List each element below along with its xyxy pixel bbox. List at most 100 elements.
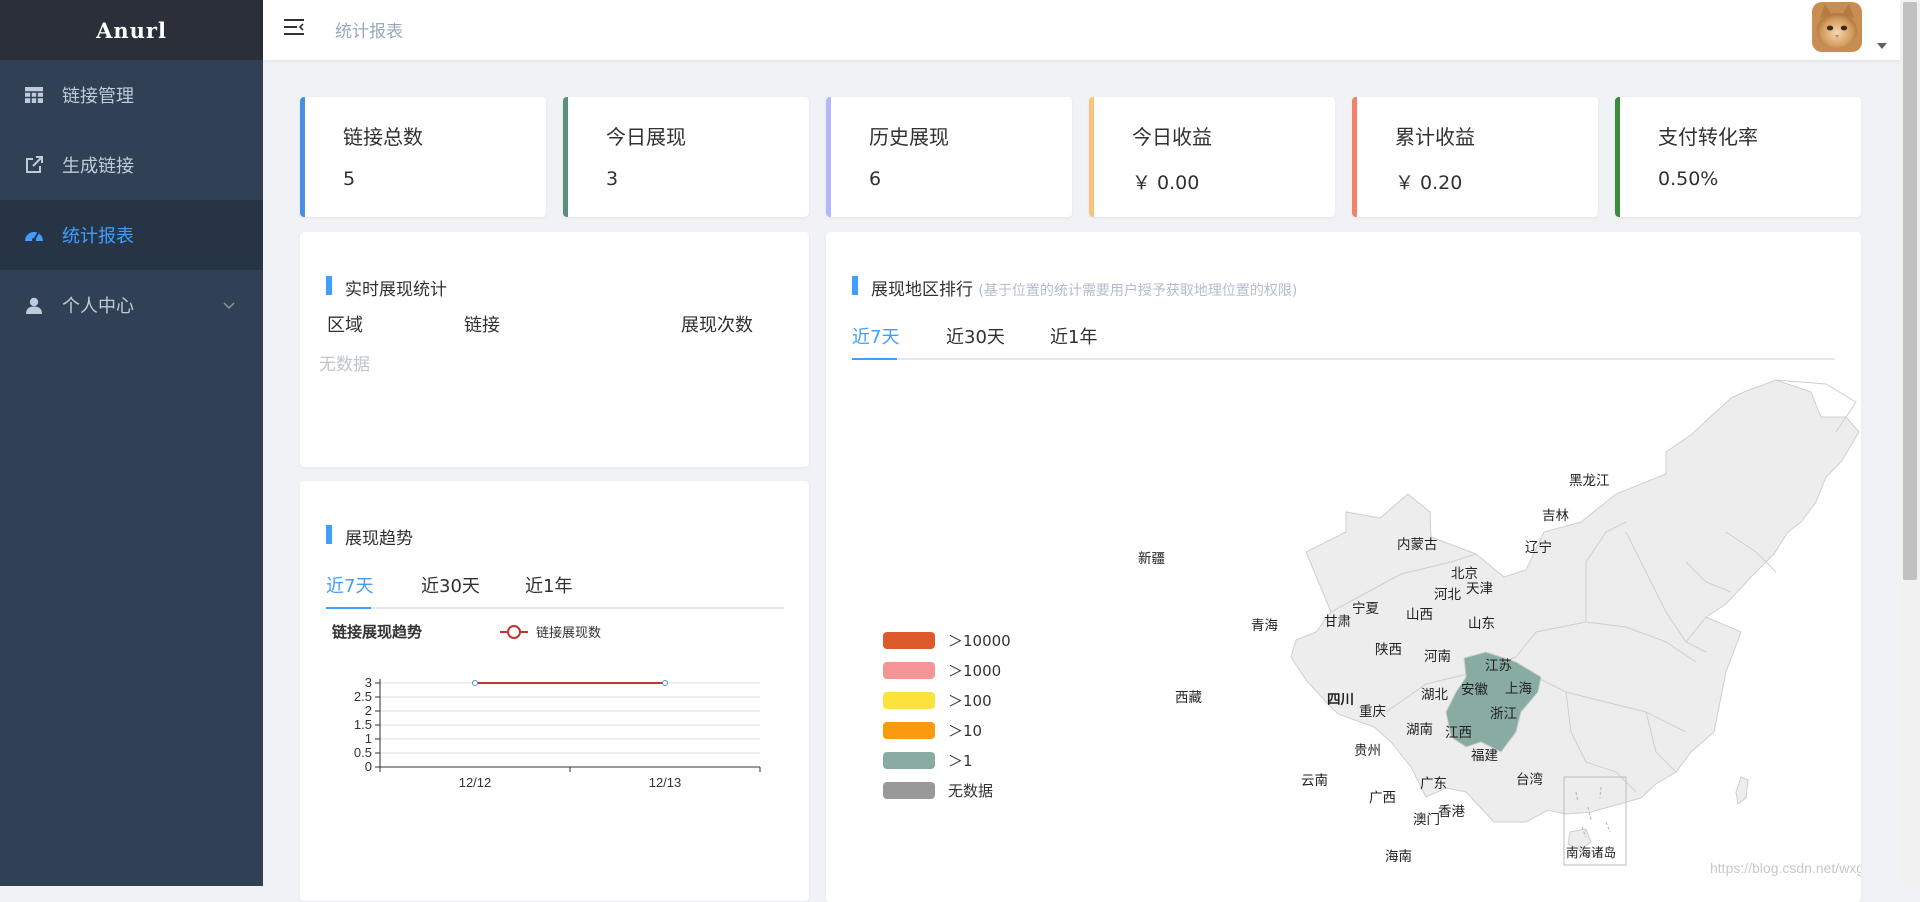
sidebar-item-generate-link[interactable]: 生成链接: [0, 130, 263, 200]
stat-value: 3: [606, 168, 619, 190]
province-label: 天津: [1466, 581, 1493, 596]
breadcrumb: 统计报表: [335, 22, 403, 42]
province-label: 辽宁: [1525, 539, 1552, 555]
y-tick-label: 2.5: [354, 689, 372, 704]
stat-card-today-views: 今日展现 3: [563, 97, 809, 217]
province-label: 江西: [1445, 725, 1472, 740]
navbar: 统计报表: [263, 0, 1900, 60]
stat-value: ￥ 0.00: [1132, 172, 1200, 194]
province-label: 西藏: [1175, 690, 1203, 705]
stat-accent-bar: [563, 97, 568, 217]
province-label: 云南: [1301, 773, 1328, 788]
stat-accent-bar: [1089, 97, 1094, 217]
map-region-taiwan: [1735, 776, 1749, 805]
stat-card-conversion-rate: 支付转化率 0.50%: [1615, 97, 1861, 217]
province-label: 香港: [1438, 804, 1466, 819]
sidebar-item-personal-center[interactable]: 个人中心: [0, 270, 263, 340]
province-label: 湖南: [1406, 722, 1433, 737]
stat-accent-bar: [300, 97, 305, 217]
data-point: [472, 680, 478, 686]
app-logo[interactable]: Anurl: [0, 0, 263, 60]
tab-30-days[interactable]: 近30天: [421, 572, 480, 598]
stat-label: 历史展现: [869, 125, 949, 149]
province-label: 甘肃: [1324, 614, 1351, 629]
stat-value: ￥ 0.20: [1395, 172, 1463, 194]
tab-1-year[interactable]: 近1年: [525, 572, 572, 598]
province-label: 四川: [1327, 692, 1354, 707]
province-label: 山东: [1468, 616, 1495, 631]
stat-value: 5: [343, 168, 356, 190]
province-label: 上海: [1505, 681, 1532, 696]
y-tick-label: 1: [365, 731, 372, 746]
province-label: 吉林: [1542, 508, 1570, 523]
trend-line-chart: 链接展现趋势 链接展现数 00.511.522.53 12/12 12/13: [332, 623, 761, 790]
province-label: 广西: [1369, 790, 1396, 805]
realtime-title: 实时展现统计: [326, 275, 447, 300]
scrollbar-thumb[interactable]: [1903, 2, 1917, 580]
province-label: 内蒙古: [1397, 537, 1438, 552]
table-icon: [24, 85, 44, 105]
stat-label: 累计收益: [1395, 125, 1475, 149]
china-map[interactable]: 黑龙江 吉林 辽宁 内蒙古 北京 天津 河北 新疆 宁夏 山西 山东 青海 甘肃…: [826, 232, 1861, 902]
province-label: 陕西: [1375, 642, 1402, 657]
stat-label: 今日展现: [606, 125, 686, 149]
province-label: 黑龙江: [1569, 473, 1610, 488]
province-label: 台湾: [1516, 771, 1543, 787]
chart-legend[interactable]: 链接展现数: [500, 625, 601, 640]
stat-accent-bar: [1352, 97, 1357, 217]
sidebar-item-statistics[interactable]: 统计报表: [0, 200, 263, 270]
tab-active-indicator: [326, 607, 371, 609]
legend-label: 链接展现数: [536, 625, 601, 640]
data-point: [662, 680, 668, 686]
stat-card-total-revenue: 累计收益 ￥ 0.20: [1352, 97, 1598, 217]
province-label: 南海诸岛: [1566, 845, 1616, 860]
scrollbar[interactable]: [1900, 0, 1920, 886]
x-tick-label: 12/12: [459, 775, 492, 790]
sidebar-item-link-management[interactable]: 链接管理: [0, 60, 263, 130]
province-label: 海南: [1385, 849, 1412, 864]
stat-label: 链接总数: [343, 125, 423, 149]
avatar[interactable]: [1812, 2, 1862, 52]
trend-panel: 展现趋势 近7天 近30天 近1年 链接展现趋势 链接展现数 0 0.5 1 1.5 2…: [300, 481, 809, 901]
province-label: 青海: [1251, 618, 1278, 633]
y-tick-label: 3: [365, 675, 372, 690]
sidebar-item-label: 统计报表: [62, 226, 134, 247]
dashboard-icon: [24, 225, 44, 245]
province-label: 澳门: [1413, 812, 1440, 827]
province-label: 浙江: [1490, 706, 1517, 721]
province-label: 山西: [1406, 607, 1433, 622]
province-label: 重庆: [1359, 704, 1386, 719]
y-tick-label: 2: [365, 703, 372, 718]
tab-7-days[interactable]: 近7天: [326, 572, 373, 598]
province-label: 贵州: [1354, 743, 1381, 758]
province-label: 北京: [1451, 566, 1478, 581]
province-label: 江苏: [1485, 658, 1512, 673]
stat-card-history-views: 历史展现 6: [826, 97, 1072, 217]
x-tick-label: 12/13: [649, 775, 682, 790]
stat-label: 今日收益: [1132, 125, 1212, 149]
realtime-panel: 实时展现统计 区域 链接 展现次数 无数据: [300, 232, 809, 467]
stat-accent-bar: [1615, 97, 1620, 217]
column-header-views[interactable]: 展现次数: [681, 311, 753, 337]
stat-value: 0.50%: [1658, 168, 1719, 190]
province-label: 宁夏: [1352, 600, 1380, 616]
chart-title: 链接展现趋势: [332, 623, 422, 641]
user-icon: [24, 295, 44, 315]
caret-down-icon[interactable]: [1877, 34, 1887, 53]
hamburger-icon[interactable]: [283, 17, 305, 41]
sidebar-item-label: 个人中心: [62, 296, 134, 317]
trend-tabs: 近7天 近30天 近1年: [326, 567, 784, 609]
province-label: 福建: [1471, 748, 1498, 763]
province-label: 安徽: [1461, 682, 1489, 697]
column-header-region[interactable]: 区域: [327, 311, 363, 337]
province-label: 新疆: [1138, 551, 1165, 566]
watermark: https://blog.csdn.net/wxgxgp: [1710, 860, 1861, 876]
sidebar: Anurl 链接管理 生成链接 统计报表 个人中心: [0, 0, 263, 886]
province-label: 河北: [1434, 587, 1462, 602]
trend-title: 展现趋势: [326, 524, 413, 549]
region-panel: 展现地区排行 (基于位置的统计需要用户授予获取地理位置的权限) 近7天 近30天…: [826, 232, 1861, 902]
y-tick-label: 0: [365, 759, 372, 774]
province-label: 湖北: [1421, 687, 1449, 702]
column-header-link[interactable]: 链接: [464, 311, 500, 337]
y-tick-label: 0.5: [354, 745, 372, 760]
